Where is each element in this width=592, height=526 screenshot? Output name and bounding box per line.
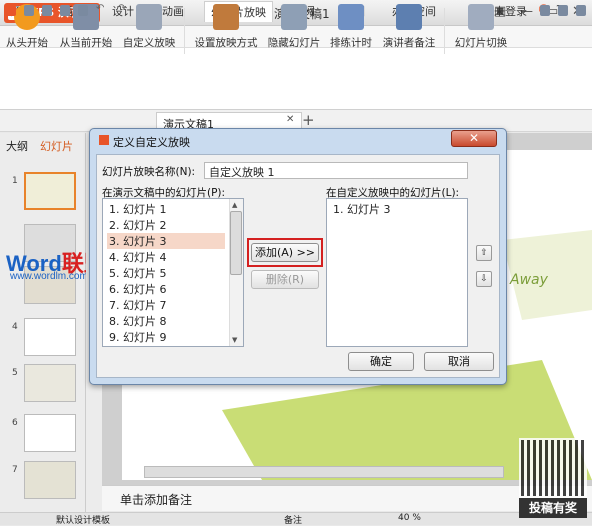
slide-thumbnail[interactable] [24,414,76,452]
watermark-corner-text: 投稿有奖 [519,498,587,518]
preview-icon[interactable] [78,5,88,16]
slide-thumbnail[interactable] [24,364,76,402]
tab-outline[interactable]: 大纲 [6,138,28,154]
presentation-slides-list[interactable]: 1. 幻灯片 1 2. 幻灯片 2 3. 幻灯片 3 4. 幻灯片 4 5. 幻… [102,198,244,347]
ribbon-divider [444,8,445,54]
slide-number: 4 [12,322,18,332]
slide-text: Away [510,272,548,288]
watermark-url: www.wordlm.com [10,271,88,282]
custom-show-slides-list[interactable]: 1. 幻灯片 3 [326,198,468,347]
slide-number: 6 [12,418,18,428]
ribbon-divider [184,8,185,54]
list-item[interactable]: 7. 幻灯片 7 [107,297,225,313]
list-item[interactable]: 6. 幻灯片 6 [107,281,225,297]
speaker-notes-icon [396,4,422,30]
hide-slide-button[interactable]: 隐藏幻灯片 [264,4,324,50]
ok-button[interactable]: 确定 [348,352,414,371]
move-up-icon[interactable]: ⇧ [476,245,492,261]
slide-thumbnail[interactable] [24,172,76,210]
slide-number: 5 [12,368,18,378]
print-icon[interactable] [60,5,70,16]
list-item[interactable]: 2. 幻灯片 2 [107,217,225,233]
add-button[interactable]: 添加(A) >> [251,243,319,262]
qr-code [519,438,587,498]
dialog-close-button[interactable]: ✕ [451,130,497,147]
toolbar-icon[interactable] [540,5,550,16]
list-item[interactable]: 9. 幻灯片 9 [107,329,225,345]
rehearse-icon [338,4,364,30]
slide-thumbnail[interactable] [24,318,76,356]
dialog-app-icon [99,135,109,145]
open-icon[interactable] [24,5,34,16]
zoom-level: 40 % [398,513,421,523]
dialog-title: 定义自定义放映 [113,136,190,149]
scroll-up-icon[interactable]: ▲ [232,201,237,209]
undo-icon[interactable]: ↶ [96,3,106,14]
custom-show-icon [136,4,162,30]
remove-button[interactable]: 删除(R) [251,270,319,289]
move-down-icon[interactable]: ⇩ [476,271,492,287]
list-item-selected[interactable]: 3. 幻灯片 3 [107,233,225,249]
cancel-button[interactable]: 取消 [424,352,494,371]
notes-toggle[interactable]: 备注 [284,513,302,526]
new-tab-icon[interactable]: + [302,111,315,129]
hide-slide-icon [281,4,307,30]
custom-show-button[interactable]: 自定义放映 [120,4,178,50]
slide-number: 7 [12,465,18,475]
rehearse-timings-button[interactable]: 排练计时 [326,4,376,50]
new-file-icon[interactable] [6,5,16,16]
list-item[interactable]: 8. 幻灯片 8 [107,313,225,329]
status-bar: 默认设计模板 备注 40 % [0,512,592,526]
speaker-notes-button[interactable]: 演讲者备注 [380,4,438,50]
close-tab-icon[interactable]: ✕ [286,114,294,125]
setup-show-button[interactable]: 设置放映方式 [192,4,260,50]
list-item[interactable]: 4. 幻灯片 4 [107,249,225,265]
template-name: 默认设计模板 [56,516,111,526]
slide-number: 1 [12,176,18,186]
slide-thumbnail[interactable] [24,461,76,499]
list-item[interactable]: 5. 幻灯片 5 [107,265,225,281]
scroll-down-icon[interactable]: ▼ [232,336,237,344]
list-item[interactable]: 1. 幻灯片 3 [331,201,449,217]
setup-show-icon [213,4,239,30]
list-item[interactable]: 1. 幻灯片 1 [107,201,225,217]
toolbar-icon[interactable] [558,5,568,16]
toolbar-icon[interactable] [576,5,586,16]
redo-icon[interactable]: ↷ [118,3,128,14]
save-icon[interactable] [42,5,52,16]
tab-slides[interactable]: 幻灯片 [40,138,73,154]
slide-transition-icon [468,4,494,30]
notes-placeholder: 单击添加备注 [120,493,193,507]
slide-transition-button[interactable]: 幻灯片切换 [452,4,510,50]
show-name-label: 幻灯片放映名称(N): [102,166,196,178]
ribbon [0,48,592,110]
scrollbar-thumb[interactable] [230,211,242,275]
horizontal-scrollbar[interactable] [144,466,504,478]
show-name-input[interactable]: 自定义放映 1 [204,162,468,179]
